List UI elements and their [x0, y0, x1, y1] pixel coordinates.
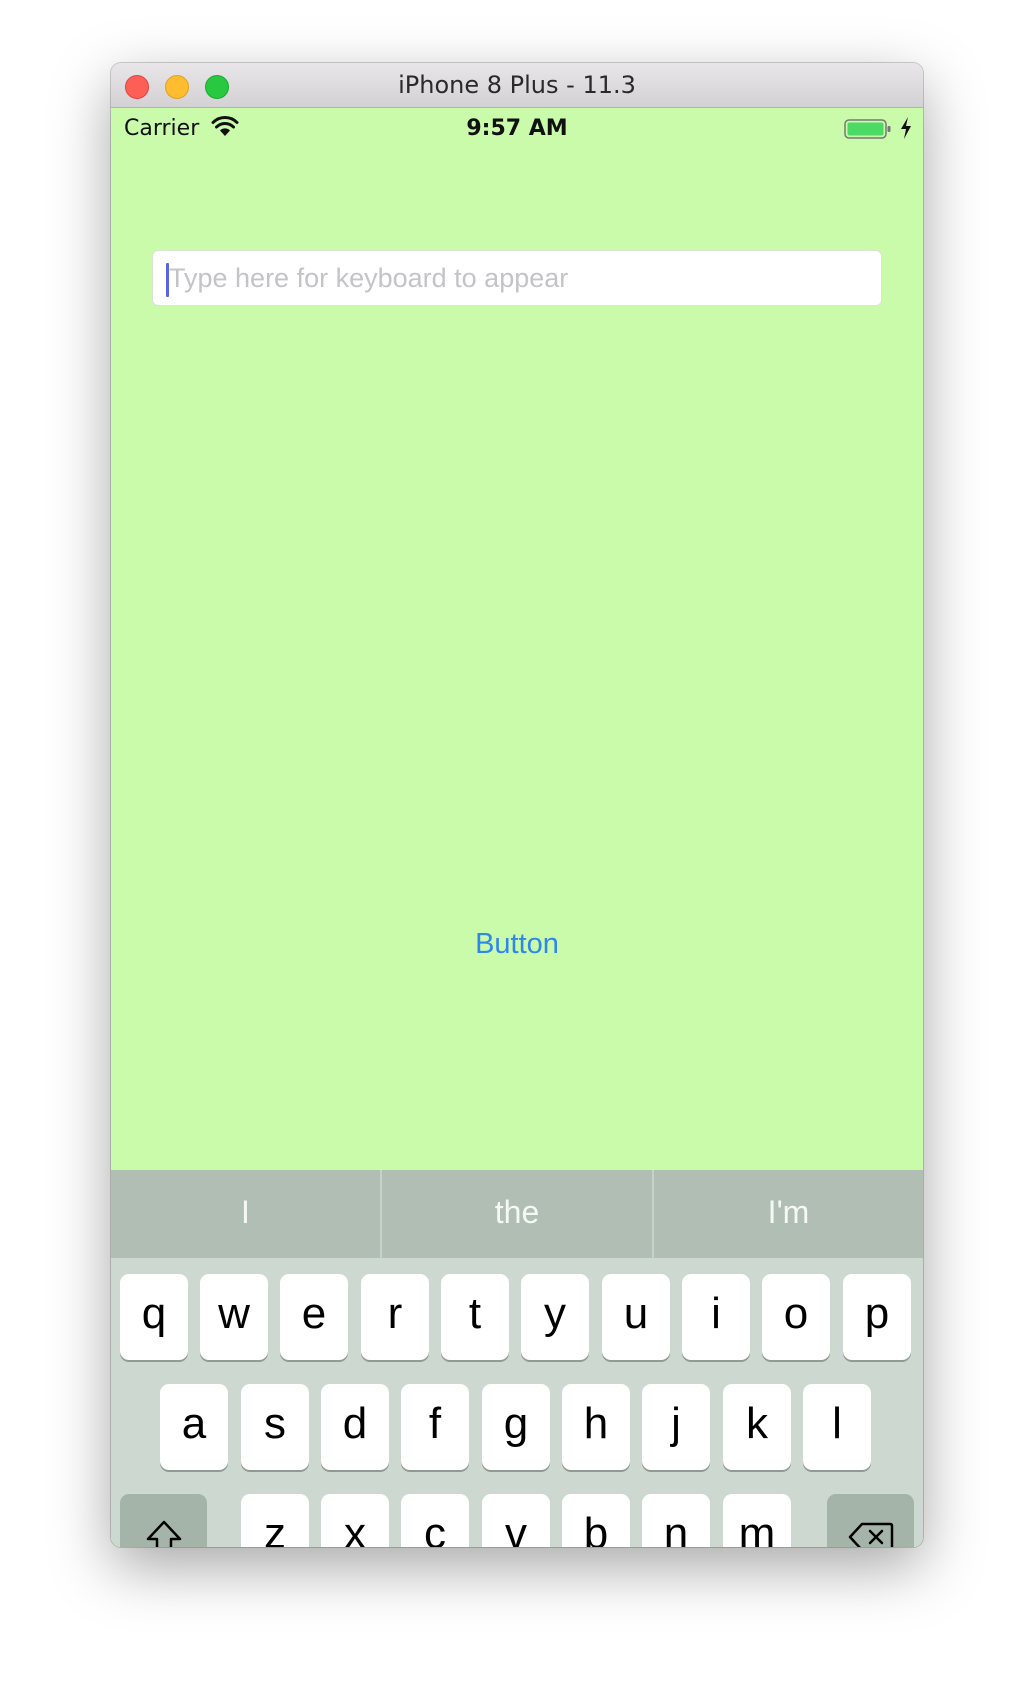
text-field-placeholder: Type here for keyboard to appear: [169, 263, 569, 293]
software-keyboard: I the I'm q w e r t y u i o p a s d f g …: [111, 1170, 923, 1547]
suggestion-item[interactable]: I: [111, 1170, 380, 1258]
charging-bolt-icon: [901, 117, 911, 139]
key-i[interactable]: i: [682, 1274, 750, 1360]
key-u[interactable]: u: [602, 1274, 670, 1360]
keyboard-keys: q w e r t y u i o p a s d f g h j k l z …: [111, 1258, 923, 1547]
delete-icon: [848, 1522, 893, 1547]
key-e[interactable]: e: [280, 1274, 348, 1360]
key-n[interactable]: n: [642, 1494, 710, 1547]
suggestion-item[interactable]: I'm: [654, 1170, 923, 1258]
key-p[interactable]: p: [843, 1274, 911, 1360]
key-h[interactable]: h: [562, 1384, 630, 1470]
window-titlebar[interactable]: iPhone 8 Plus - 11.3: [111, 63, 923, 108]
primary-button[interactable]: Button: [111, 928, 923, 961]
status-bar: Carrier 9:57 AM: [111, 108, 923, 148]
key-y[interactable]: y: [521, 1274, 589, 1360]
device-screen: Carrier 9:57 AM Type here for keyboard t…: [111, 108, 923, 1547]
status-time: 9:57 AM: [466, 116, 568, 141]
key-f[interactable]: f: [401, 1384, 469, 1470]
key-d[interactable]: d: [321, 1384, 389, 1470]
key-s[interactable]: s: [241, 1384, 309, 1470]
key-x[interactable]: x: [321, 1494, 389, 1547]
key-r[interactable]: r: [361, 1274, 429, 1360]
window-title: iPhone 8 Plus - 11.3: [398, 71, 636, 99]
shift-icon: [146, 1520, 181, 1547]
key-v[interactable]: v: [482, 1494, 550, 1547]
key-z[interactable]: z: [241, 1494, 309, 1547]
key-o[interactable]: o: [762, 1274, 830, 1360]
battery-icon: [844, 119, 891, 139]
key-m[interactable]: m: [723, 1494, 791, 1547]
key-g[interactable]: g: [482, 1384, 550, 1470]
simulator-window: iPhone 8 Plus - 11.3 Carrier 9:57 AM Typ…: [111, 63, 923, 1547]
key-w[interactable]: w: [200, 1274, 268, 1360]
key-c[interactable]: c: [401, 1494, 469, 1547]
shift-key[interactable]: [120, 1494, 207, 1547]
delete-key[interactable]: [827, 1494, 914, 1547]
suggestion-item[interactable]: the: [382, 1170, 652, 1258]
key-j[interactable]: j: [642, 1384, 710, 1470]
key-l[interactable]: l: [803, 1384, 871, 1470]
predictive-bar: I the I'm: [111, 1170, 923, 1258]
key-b[interactable]: b: [562, 1494, 630, 1547]
key-q[interactable]: q: [120, 1274, 188, 1360]
text-input-field[interactable]: Type here for keyboard to appear: [152, 250, 882, 306]
key-k[interactable]: k: [723, 1384, 791, 1470]
key-t[interactable]: t: [441, 1274, 509, 1360]
key-a[interactable]: a: [160, 1384, 228, 1470]
